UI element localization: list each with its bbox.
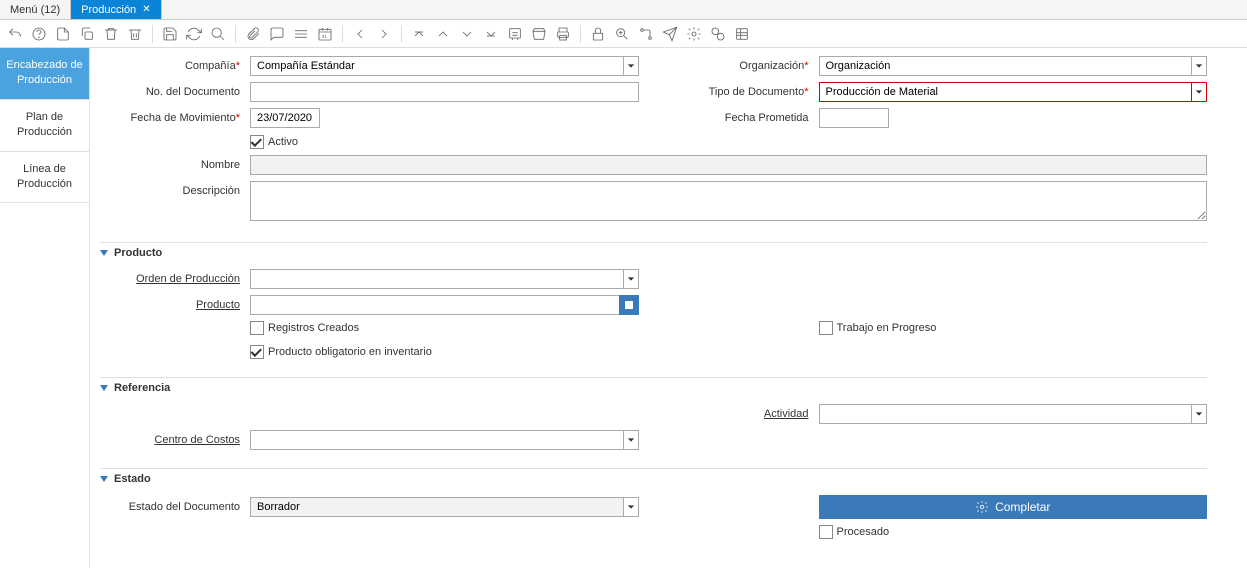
complete-button[interactable]: Completar [819, 495, 1208, 519]
docstate-input[interactable] [250, 497, 623, 517]
tab-menu[interactable]: Menú (12) [0, 0, 71, 19]
doctype-label[interactable]: Tipo de Documento [709, 86, 805, 98]
print-icon[interactable] [554, 25, 572, 43]
org-combo[interactable] [819, 56, 1208, 76]
attach-icon[interactable] [244, 25, 262, 43]
toolbar: 31 [0, 20, 1247, 48]
chevron-down-icon[interactable] [623, 269, 639, 289]
name-input[interactable] [250, 155, 1207, 175]
undo-icon[interactable] [6, 25, 24, 43]
promised-input[interactable] [819, 108, 889, 128]
gear-icon[interactable] [685, 25, 703, 43]
company-combo[interactable] [250, 56, 639, 76]
chevron-down-icon[interactable] [1191, 56, 1207, 76]
costcenter-combo[interactable] [250, 430, 639, 450]
content: Compañía* Organización* [90, 48, 1247, 568]
save-icon[interactable] [161, 25, 179, 43]
org-label[interactable]: Organización [739, 60, 804, 72]
first-icon[interactable] [410, 25, 428, 43]
company-label[interactable]: Compañía [185, 60, 236, 72]
last-icon[interactable] [482, 25, 500, 43]
sidebar: Encabezado de Producción Plan de Producc… [0, 48, 90, 568]
product-input[interactable] [250, 295, 619, 315]
order-label[interactable]: Orden de Producción [100, 273, 250, 285]
prev-icon[interactable] [351, 25, 369, 43]
docno-input[interactable] [250, 82, 639, 102]
tabs-bar: Menú (12) Producción✕ [0, 0, 1247, 20]
chevron-down-icon[interactable] [1191, 82, 1207, 102]
chat-icon[interactable] [268, 25, 286, 43]
chevron-down-icon[interactable] [623, 497, 639, 517]
doctype-combo[interactable] [819, 82, 1208, 102]
help-icon[interactable] [30, 25, 48, 43]
svg-text:31: 31 [322, 34, 328, 39]
section-producto[interactable]: Producto [100, 247, 1207, 259]
refresh-icon[interactable] [185, 25, 203, 43]
delete-selection-icon[interactable] [126, 25, 144, 43]
activity-combo[interactable] [819, 404, 1208, 424]
product-label[interactable]: Producto [100, 299, 250, 311]
next-icon[interactable] [375, 25, 393, 43]
grid-icon[interactable] [292, 25, 310, 43]
lock-icon[interactable] [589, 25, 607, 43]
sidebar-item-encabezado[interactable]: Encabezado de Producción [0, 48, 89, 100]
wip-checkbox[interactable]: Trabajo en Progreso [819, 321, 937, 335]
tab-produccion[interactable]: Producción✕ [71, 0, 161, 19]
zoom-icon[interactable] [613, 25, 631, 43]
docstate-combo[interactable] [250, 497, 639, 517]
movedate-label: Fecha de Movimiento [131, 112, 236, 124]
active-checkbox[interactable]: Activo [250, 135, 298, 149]
costcenter-label[interactable]: Centro de Costos [100, 434, 250, 446]
calendar-icon[interactable]: 31 [316, 25, 334, 43]
docno-label: No. del Documento [100, 86, 250, 98]
archive-icon[interactable] [530, 25, 548, 43]
records-checkbox[interactable]: Registros Creados [250, 321, 359, 335]
mandatory-checkbox[interactable]: Producto obligatorio en inventario [250, 345, 432, 359]
sidebar-item-plan[interactable]: Plan de Producción [0, 100, 89, 152]
section-estado[interactable]: Estado [100, 473, 1207, 485]
activity-label[interactable]: Actividad [669, 408, 819, 420]
docstate-label: Estado del Documento [100, 501, 250, 513]
promised-label: Fecha Prometida [669, 112, 819, 124]
costcenter-input[interactable] [250, 430, 623, 450]
activity-input[interactable] [819, 404, 1192, 424]
csv-icon[interactable] [733, 25, 751, 43]
name-label: Nombre [100, 159, 250, 171]
order-combo[interactable] [250, 269, 639, 289]
up-icon[interactable] [434, 25, 452, 43]
close-icon[interactable]: ✕ [142, 4, 150, 15]
product-combo[interactable] [250, 295, 639, 315]
delete-icon[interactable] [102, 25, 120, 43]
org-input[interactable] [819, 56, 1192, 76]
search-icon[interactable] [209, 25, 227, 43]
sidebar-item-linea[interactable]: Línea de Producción [0, 152, 89, 204]
quick-icon[interactable] [709, 25, 727, 43]
company-input[interactable] [250, 56, 623, 76]
new-icon[interactable] [54, 25, 72, 43]
desc-input[interactable] [250, 181, 1207, 221]
report-icon[interactable] [506, 25, 524, 43]
desc-label: Descripción [100, 181, 250, 197]
chevron-down-icon[interactable] [623, 430, 639, 450]
chevron-down-icon[interactable] [623, 56, 639, 76]
copy-icon[interactable] [78, 25, 96, 43]
product-picker-icon[interactable] [619, 295, 639, 315]
workflow-icon[interactable] [637, 25, 655, 43]
down-icon[interactable] [458, 25, 476, 43]
doctype-input[interactable] [819, 82, 1192, 102]
chevron-down-icon[interactable] [1191, 404, 1207, 424]
processed-checkbox[interactable]: Procesado [819, 525, 890, 539]
order-input[interactable] [250, 269, 623, 289]
section-referencia[interactable]: Referencia [100, 382, 1207, 394]
send-icon[interactable] [661, 25, 679, 43]
movedate-input[interactable] [250, 108, 320, 128]
